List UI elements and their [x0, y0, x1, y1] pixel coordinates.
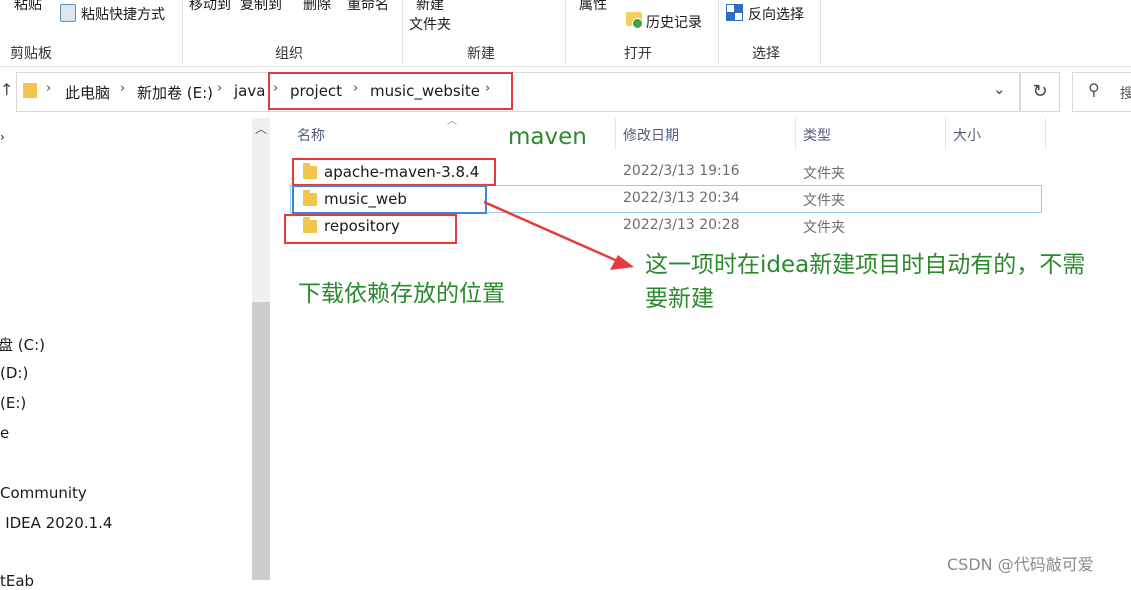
annotation-maven: maven: [508, 124, 587, 150]
annotation-arrow: [483, 200, 634, 270]
annotation-auto-note-line2: 要新建: [645, 286, 714, 312]
annotation-repo-note: 下载依赖存放的位置: [298, 281, 505, 307]
annotation-auto-note-line1: 这一项时在idea新建项目时自动有的，不需: [645, 252, 1086, 278]
watermark: CSDN @代码敲可爱: [947, 555, 1094, 574]
